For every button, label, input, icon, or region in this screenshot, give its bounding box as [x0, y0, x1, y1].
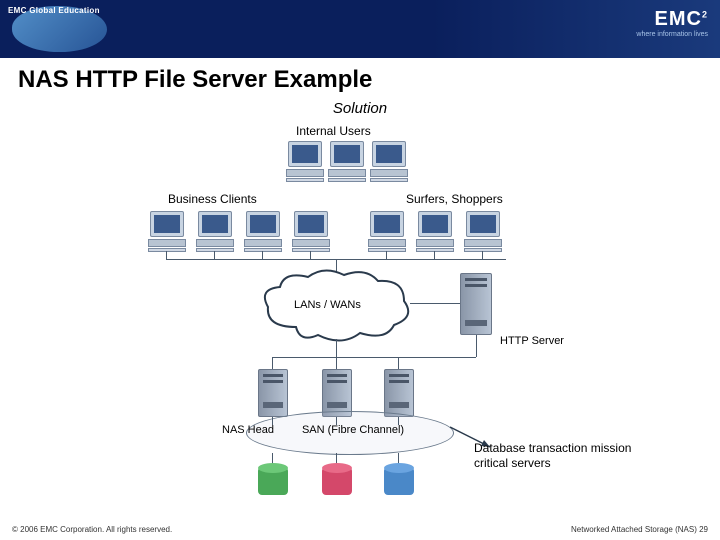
- storage-cylinder-icon: [384, 467, 414, 503]
- slide-subtitle: Solution: [0, 100, 720, 117]
- footer-page: Networked Attached Storage (NAS) 29: [571, 525, 708, 534]
- brand-sup: 2: [702, 9, 708, 19]
- label-http-server: HTTP Server: [500, 335, 564, 348]
- label-internal-users: Internal Users: [296, 124, 371, 138]
- storage-cylinder-icon: [322, 467, 352, 503]
- label-san: SAN (Fibre Channel): [298, 424, 408, 436]
- server-icon: [384, 369, 414, 417]
- server-icon: [460, 273, 492, 335]
- computer-icon: [368, 211, 406, 251]
- computer-icon: [328, 141, 366, 181]
- label-lans-wans: LANs / WANs: [294, 299, 361, 311]
- label-db-caption: Database transaction mission critical se…: [474, 441, 654, 471]
- logo-right: EMC2 where information lives: [636, 8, 708, 38]
- slide-header: EMC Global Education EMC2 where informat…: [0, 0, 720, 58]
- computer-icon: [416, 211, 454, 251]
- computer-icon: [244, 211, 282, 251]
- brand-text: EMC: [655, 8, 702, 30]
- computer-icon: [464, 211, 502, 251]
- computer-icon: [286, 141, 324, 181]
- computer-icon: [370, 141, 408, 181]
- storage-cylinder-icon: [258, 467, 288, 503]
- server-icon: [258, 369, 288, 417]
- label-surfers-shoppers: Surfers, Shoppers: [406, 192, 503, 206]
- logo-left: EMC Global Education: [8, 6, 100, 15]
- label-nas-head: NAS Head: [222, 424, 274, 436]
- slide-title: NAS HTTP File Server Example: [0, 58, 720, 98]
- network-diagram: Internal Users Business Clients Surfers,…: [0, 117, 720, 527]
- brand-tagline: where information lives: [636, 31, 708, 38]
- server-icon: [322, 369, 352, 417]
- label-business-clients: Business Clients: [168, 192, 257, 206]
- footer-copyright: © 2006 EMC Corporation. All rights reser…: [12, 525, 172, 534]
- computer-icon: [196, 211, 234, 251]
- computer-icon: [148, 211, 186, 251]
- computer-icon: [292, 211, 330, 251]
